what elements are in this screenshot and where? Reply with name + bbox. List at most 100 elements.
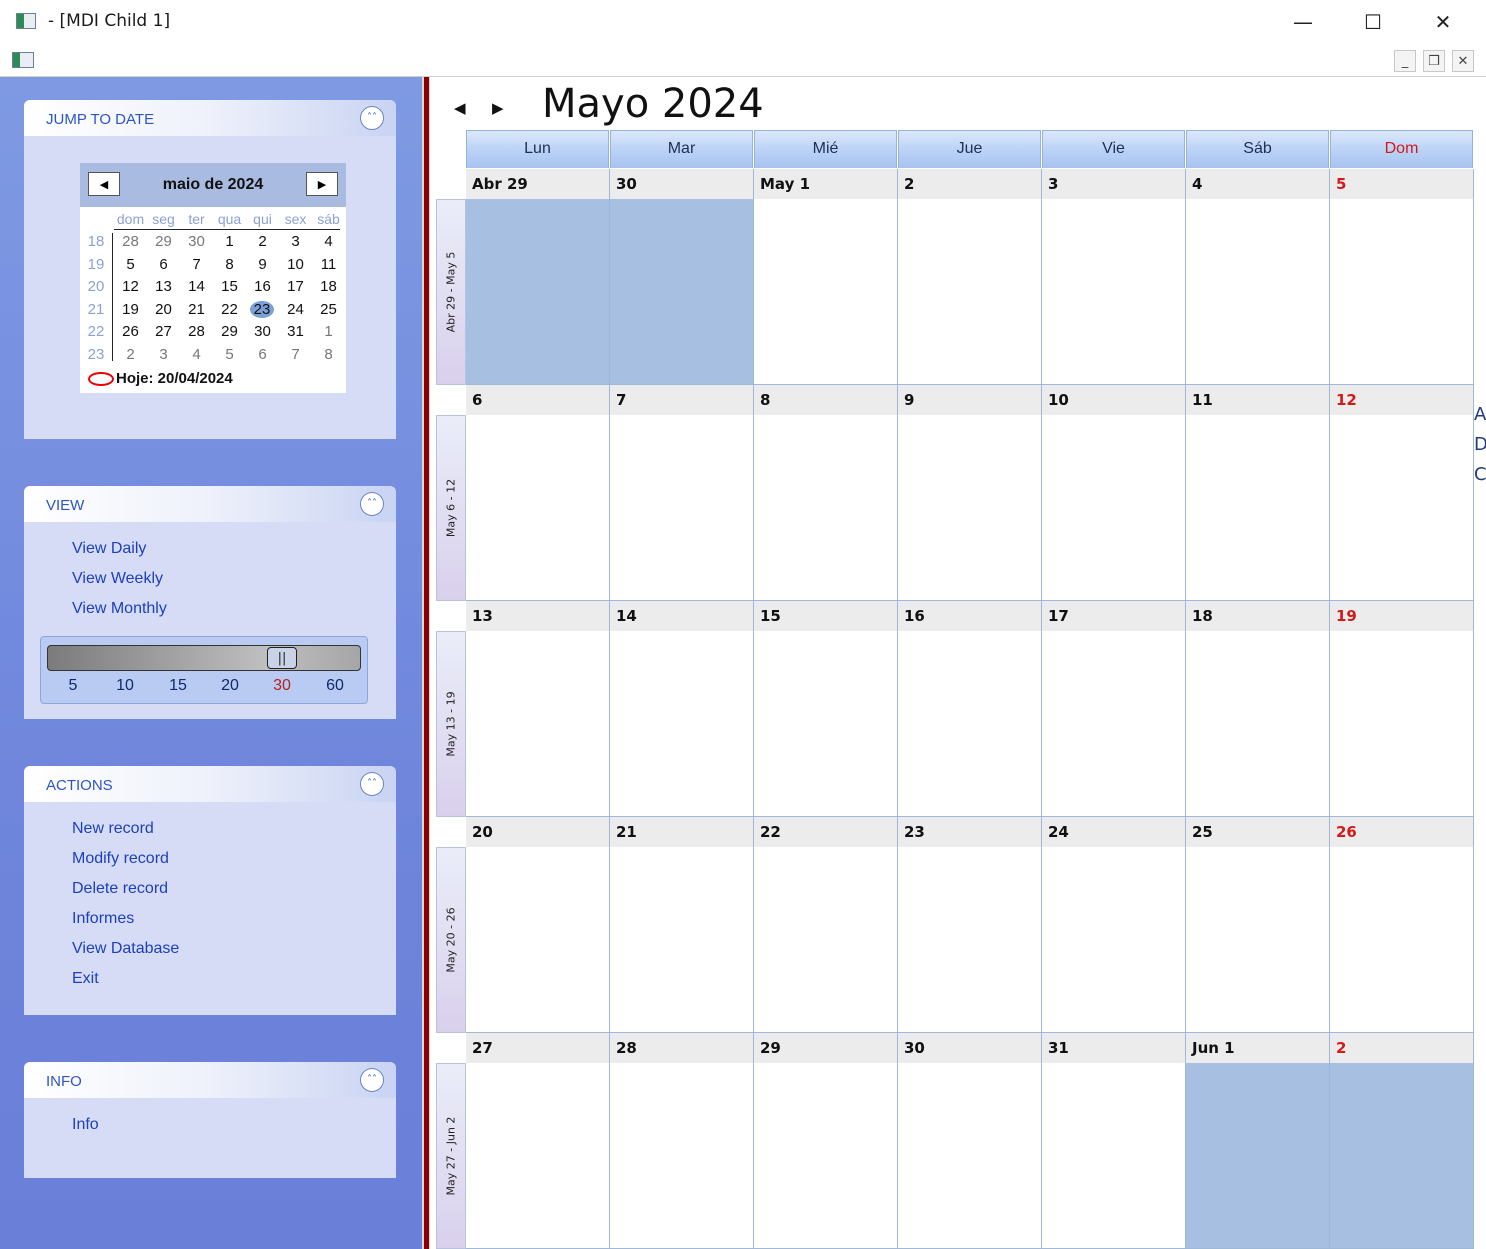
day-cell[interactable]: 30: [610, 169, 754, 385]
day-body[interactable]: [1330, 631, 1473, 816]
day-cell[interactable]: 3: [1042, 169, 1186, 385]
mini-calendar-day[interactable]: 3: [147, 346, 180, 363]
mini-calendar-day[interactable]: 2: [246, 233, 279, 250]
splitter[interactable]: [422, 77, 434, 1249]
day-body[interactable]: [1042, 631, 1185, 816]
day-cell[interactable]: Abr 29: [466, 169, 610, 385]
mini-calendar-day[interactable]: 17: [279, 278, 312, 295]
actions-header[interactable]: ACTIONS ˄˄: [24, 766, 396, 802]
day-body[interactable]: [466, 631, 609, 816]
day-cell[interactable]: 30: [898, 1033, 1042, 1249]
delete-record-link[interactable]: Delete record: [72, 880, 168, 898]
day-body[interactable]: [1186, 847, 1329, 1032]
prev-month-icon[interactable]: ◀: [454, 99, 466, 117]
mini-calendar-day[interactable]: 21: [180, 301, 213, 318]
mini-calendar-day[interactable]: 19: [114, 301, 147, 318]
mini-calendar-day[interactable]: 4: [312, 233, 345, 250]
day-cell[interactable]: 2: [898, 169, 1042, 385]
collapse-icon[interactable]: ˄˄: [360, 772, 384, 796]
mini-calendar-day[interactable]: 29: [213, 323, 246, 340]
mini-calendar-day[interactable]: 5: [213, 346, 246, 363]
day-body[interactable]: [1186, 631, 1329, 816]
day-body[interactable]: [1042, 847, 1185, 1032]
day-cell[interactable]: 13: [466, 601, 610, 817]
today-button[interactable]: Hoje: 20/04/2024: [88, 370, 233, 387]
day-cell[interactable]: 11: [1186, 385, 1330, 601]
mini-calendar-day[interactable]: 15: [213, 278, 246, 295]
day-cell[interactable]: 14: [610, 601, 754, 817]
day-body[interactable]: [466, 415, 609, 600]
day-body[interactable]: [1330, 199, 1473, 384]
mini-calendar-day[interactable]: 11: [312, 256, 345, 273]
day-body[interactable]: [610, 199, 753, 384]
mini-calendar-day[interactable]: 20: [147, 301, 180, 318]
day-cell[interactable]: 21: [610, 817, 754, 1033]
day-cell[interactable]: 9: [898, 385, 1042, 601]
day-cell[interactable]: 16: [898, 601, 1042, 817]
day-cell[interactable]: 26: [1330, 817, 1474, 1033]
day-body[interactable]: [754, 1063, 897, 1248]
mini-calendar-day[interactable]: 1: [213, 233, 246, 250]
collapse-icon[interactable]: ˄˄: [360, 106, 384, 130]
mini-calendar-day[interactable]: 27: [147, 323, 180, 340]
mini-calendar-next-button[interactable]: ▶: [306, 172, 338, 196]
mini-calendar-day[interactable]: 4: [180, 346, 213, 363]
mini-calendar-day[interactable]: 8: [312, 346, 345, 363]
day-body[interactable]: [466, 847, 609, 1032]
slider-track[interactable]: [47, 645, 361, 671]
mini-calendar-day[interactable]: 6: [147, 256, 180, 273]
mini-calendar-day[interactable]: 6: [246, 346, 279, 363]
mini-calendar-day[interactable]: 31: [279, 323, 312, 340]
mini-calendar-day[interactable]: 30: [180, 233, 213, 250]
mini-calendar-day[interactable]: 16: [246, 278, 279, 295]
mdi-close-button[interactable]: ✕: [1452, 50, 1474, 72]
day-cell[interactable]: 5: [1330, 169, 1474, 385]
day-cell[interactable]: 10: [1042, 385, 1186, 601]
day-cell[interactable]: 28: [610, 1033, 754, 1249]
day-cell[interactable]: 18: [1186, 601, 1330, 817]
mini-calendar-day[interactable]: 3: [279, 233, 312, 250]
day-body[interactable]: [898, 847, 1041, 1032]
mini-calendar-day[interactable]: 28: [114, 233, 147, 250]
day-cell[interactable]: 6: [466, 385, 610, 601]
maximize-button[interactable]: ☐: [1338, 0, 1408, 44]
mini-calendar-day[interactable]: 8: [213, 256, 246, 273]
next-month-icon[interactable]: ▶: [492, 99, 504, 117]
week-range-label[interactable]: May 27 - Jun 2: [436, 1063, 466, 1249]
day-body[interactable]: [610, 631, 753, 816]
view-header[interactable]: VIEW ˄˄: [24, 486, 396, 522]
day-cell[interactable]: 29: [754, 1033, 898, 1249]
week-range-label[interactable]: May 13 - 19: [436, 631, 466, 817]
day-cell[interactable]: 24: [1042, 817, 1186, 1033]
week-range-label[interactable]: May 20 - 26: [436, 847, 466, 1033]
day-cell[interactable]: 4: [1186, 169, 1330, 385]
day-body[interactable]: [1042, 415, 1185, 600]
day-body[interactable]: [754, 631, 897, 816]
day-body[interactable]: [466, 1063, 609, 1248]
day-body[interactable]: [898, 631, 1041, 816]
day-cell[interactable]: 20: [466, 817, 610, 1033]
day-cell[interactable]: Jun 1: [1186, 1033, 1330, 1249]
day-body[interactable]: [1330, 847, 1473, 1032]
mini-calendar-day[interactable]: 7: [279, 346, 312, 363]
modify-record-link[interactable]: Modify record: [72, 850, 169, 868]
mini-calendar-day[interactable]: 2: [114, 346, 147, 363]
slider-thumb[interactable]: ||: [267, 647, 297, 669]
jump-to-date-header[interactable]: JUMP TO DATE ˄˄: [24, 100, 396, 136]
close-button[interactable]: ✕: [1408, 0, 1478, 44]
mini-calendar-day[interactable]: 24: [279, 301, 312, 318]
day-body[interactable]: [898, 415, 1041, 600]
mini-calendar-day[interactable]: 9: [246, 256, 279, 273]
day-cell[interactable]: 17: [1042, 601, 1186, 817]
collapse-icon[interactable]: ˄˄: [360, 1068, 384, 1092]
week-range-label[interactable]: May 6 - 12: [436, 415, 466, 601]
day-body[interactable]: [898, 199, 1041, 384]
day-cell[interactable]: 27: [466, 1033, 610, 1249]
day-cell[interactable]: May 1: [754, 169, 898, 385]
new-record-link[interactable]: New record: [72, 820, 154, 838]
day-cell[interactable]: 22: [754, 817, 898, 1033]
minimize-button[interactable]: —: [1268, 0, 1338, 44]
mini-calendar-day[interactable]: 30: [246, 323, 279, 340]
mdi-minimize-button[interactable]: _: [1394, 50, 1416, 72]
day-cell[interactable]: 7: [610, 385, 754, 601]
